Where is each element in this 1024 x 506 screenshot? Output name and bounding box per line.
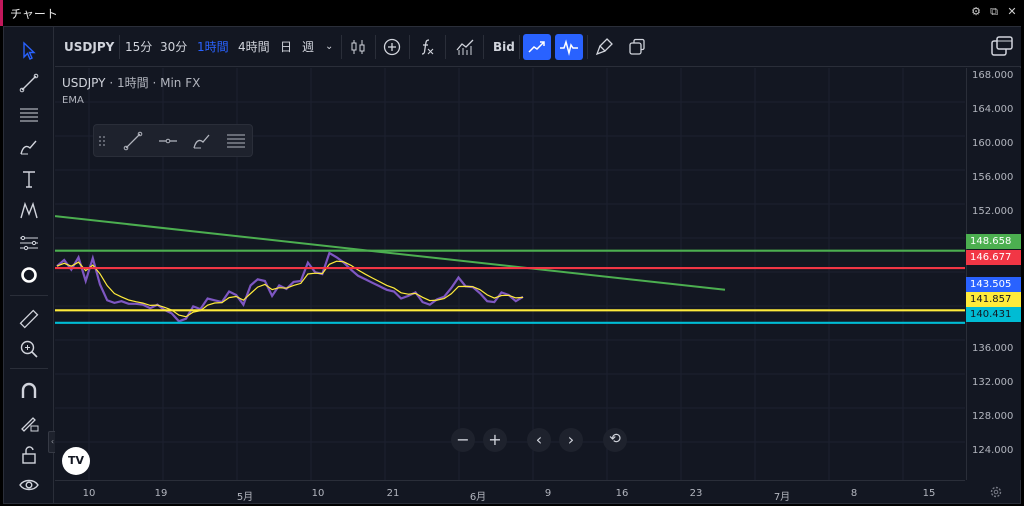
price-tick: 132.000 (972, 377, 1014, 388)
brush-quick-icon[interactable] (189, 129, 215, 153)
top-toolbar: USDJPY 15分 30分 1時間 4時間 日 週 ⌄ Bid (55, 27, 1021, 67)
interval-1w[interactable]: 週 (302, 37, 314, 57)
chart-app: ‹ USDJPY 15分 30分 1時間 4時間 日 週 ⌄ Bid USDJP… (3, 26, 1021, 504)
interval-dropdown-chevron-icon[interactable]: ⌄ (325, 37, 333, 57)
interval-15m[interactable]: 15分 (125, 37, 152, 57)
zoom-out-button[interactable]: − (451, 428, 475, 452)
text-tool-icon[interactable] (17, 167, 41, 191)
toolbar-divider (587, 35, 588, 59)
window-titlebar: チャート ⚙ ⧉ ✕ (0, 0, 1024, 26)
toolbar-divider (445, 35, 446, 59)
chart-settings-gear-icon[interactable] (988, 484, 1004, 500)
legend-separator: · (152, 76, 157, 90)
settings-icon[interactable]: ⚙ (970, 6, 982, 18)
time-tick: 23 (689, 488, 703, 499)
candlestick-icon[interactable] (344, 34, 372, 60)
price-tick: 164.000 (972, 104, 1014, 115)
indicators-fx-icon[interactable] (413, 34, 441, 60)
close-icon[interactable]: ✕ (1006, 6, 1018, 18)
pulse-mode-icon[interactable] (555, 34, 583, 60)
time-tick: 5月 (236, 492, 254, 503)
legend-source: Min FX (160, 76, 201, 90)
toolbar-divider (10, 368, 48, 369)
horizontal-line-quick-icon[interactable] (155, 129, 181, 153)
window-title: チャート (10, 6, 58, 21)
price-source-button[interactable]: Bid (493, 37, 515, 57)
time-tick: 10 (82, 488, 96, 499)
indicator-templates-icon[interactable] (451, 34, 479, 60)
trendline-tool-icon[interactable] (17, 71, 41, 95)
time-tick: 19 (154, 488, 168, 499)
legend-separator: · (109, 76, 114, 90)
price-tick: 128.000 (972, 411, 1014, 422)
time-tick: 6月 (469, 492, 487, 503)
time-tick: 16 (615, 488, 629, 499)
trend-mode-icon[interactable] (523, 34, 551, 60)
price-label-green-line: 148.658 (966, 234, 1021, 249)
floating-drawing-toolbar (93, 124, 253, 157)
time-tick: 9 (544, 488, 552, 499)
trendline (54, 215, 726, 291)
ruler-icon[interactable] (17, 307, 41, 331)
time-tick: 8 (850, 488, 858, 499)
price-tick: 136.000 (972, 343, 1014, 354)
zoom-in-icon[interactable] (17, 337, 41, 361)
toolbar-divider (409, 35, 410, 59)
prediction-tool-icon[interactable] (17, 231, 41, 255)
compare-add-icon[interactable] (378, 34, 406, 60)
scroll-left-button[interactable]: ‹ (527, 428, 551, 452)
interval-30m[interactable]: 30分 (160, 37, 187, 57)
time-tick: 10 (311, 488, 325, 499)
popout-icon[interactable]: ⧉ (988, 6, 1000, 18)
clear-drawings-brush-icon[interactable] (591, 34, 619, 60)
price-tick: 168.000 (972, 70, 1014, 81)
drawing-toolbar (4, 27, 54, 503)
price-label-yellow-line: 141.857 (966, 292, 1021, 307)
time-tick: 21 (386, 488, 400, 499)
price-label-cyan-line: 140.431 (966, 307, 1021, 322)
layout-select-icon[interactable] (987, 31, 1017, 63)
price-label-current: 143.505 (966, 277, 1021, 292)
toolbar-divider (341, 35, 342, 59)
eye-icon[interactable] (17, 473, 41, 497)
symbol-search-button[interactable]: USDJPY (64, 37, 114, 57)
interval-1d[interactable]: 日 (280, 37, 292, 57)
time-scale[interactable] (55, 480, 965, 503)
trendline-quick-icon[interactable] (120, 129, 146, 153)
toolbar-divider (119, 35, 120, 59)
zoom-in-button[interactable]: + (483, 428, 507, 452)
time-tick: 15 (922, 488, 936, 499)
lock-drawings-icon[interactable] (17, 411, 41, 435)
scroll-right-button[interactable]: › (559, 428, 583, 452)
drag-handle-icon[interactable] (94, 129, 110, 153)
interval-1h[interactable]: 1時間 (197, 37, 229, 57)
price-tick: 160.000 (972, 138, 1014, 149)
fib-quick-icon[interactable] (223, 129, 249, 153)
cursor-icon[interactable] (17, 39, 41, 63)
legend-interval: 1時間 (116, 76, 149, 90)
toolbar-divider (10, 295, 48, 296)
fib-tool-icon[interactable] (17, 103, 41, 127)
indicator-ema-label[interactable]: EMA (62, 95, 84, 106)
unlock-icon[interactable] (17, 443, 41, 467)
magnet-icon[interactable] (17, 379, 41, 403)
chart-legend: USDJPY · 1時間 · Min FX (62, 74, 200, 91)
reset-chart-button[interactable]: ⟲ (603, 428, 627, 452)
price-tick: 152.000 (972, 206, 1014, 217)
pattern-tool-icon[interactable] (17, 199, 41, 223)
price-tick: 156.000 (972, 172, 1014, 183)
price-label-red-line: 146.677 (966, 250, 1021, 265)
interval-4h[interactable]: 4時間 (238, 37, 270, 57)
price-tick: 124.000 (972, 445, 1014, 456)
time-tick: 7月 (773, 492, 791, 503)
brush-tool-icon[interactable] (17, 135, 41, 159)
legend-symbol: USDJPY (62, 76, 106, 90)
tradingview-logo[interactable]: TV (62, 447, 90, 475)
toolbar-divider (375, 35, 376, 59)
shapes-tool-icon[interactable] (17, 263, 41, 287)
toolbar-divider (519, 35, 520, 59)
toolbar-divider (483, 35, 484, 59)
ema-series-line (56, 260, 524, 318)
copy-icon[interactable] (623, 34, 651, 60)
